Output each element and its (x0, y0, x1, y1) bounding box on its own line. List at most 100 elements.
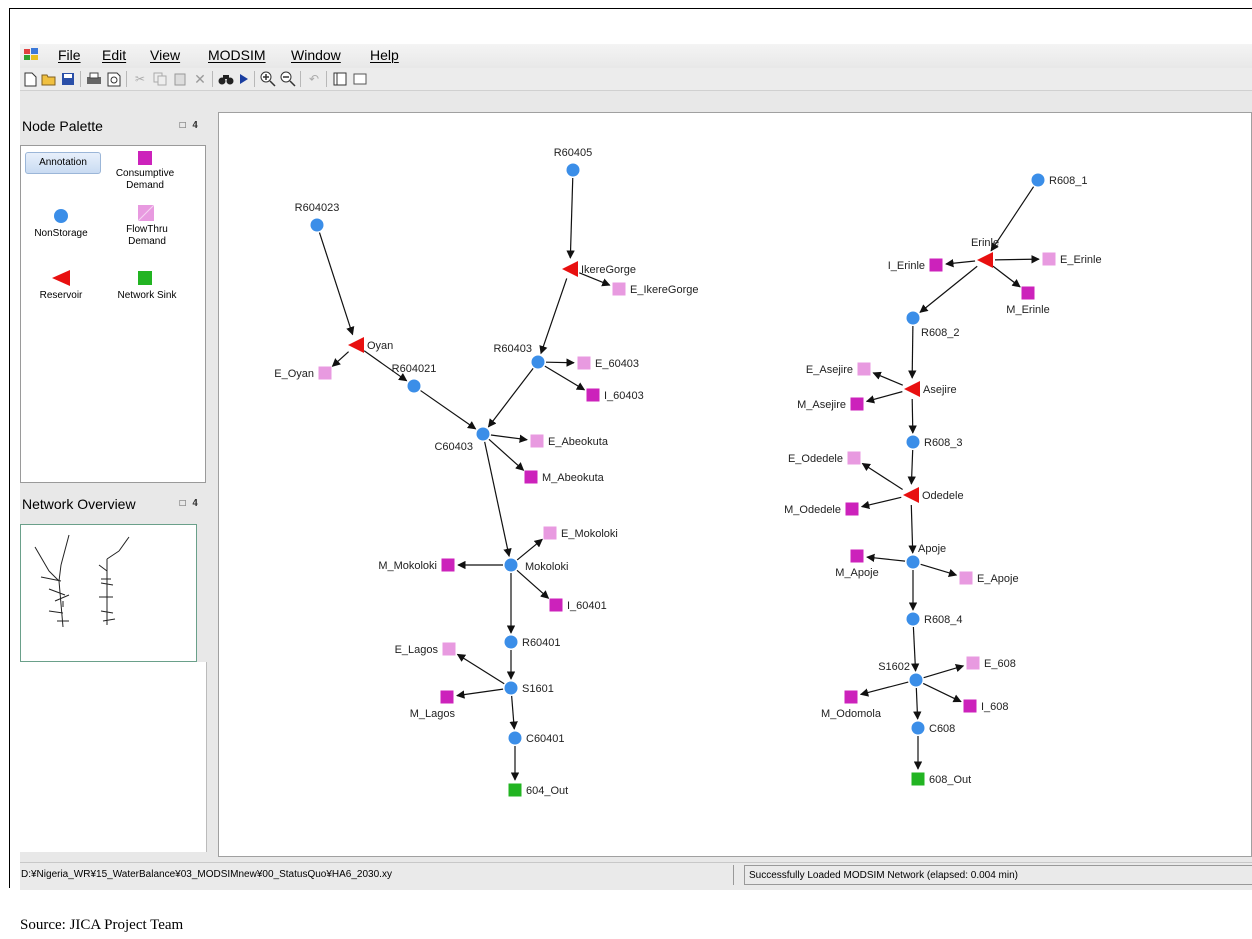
flowthru-node-marker[interactable] (577, 356, 591, 370)
run-icon[interactable] (236, 71, 252, 87)
sink-node-marker[interactable] (911, 772, 925, 786)
link-C60403-E_Abeokuta[interactable] (490, 434, 528, 443)
flowthru-node-marker[interactable] (959, 571, 973, 585)
link-Erinle-I_Erinle[interactable] (945, 259, 976, 268)
link-R60403-E_60403[interactable] (545, 358, 575, 367)
node-R608_3[interactable]: R608_3 (906, 435, 963, 450)
link-Asejire-E_Asejire[interactable] (872, 371, 903, 386)
node-Oyan[interactable]: Oyan (348, 337, 393, 353)
link-Oyan-E_Oyan[interactable] (331, 351, 349, 367)
consumptive-node-marker[interactable] (929, 258, 943, 272)
nonstorage-node-marker[interactable] (906, 435, 920, 449)
nonstorage-node-marker[interactable] (906, 311, 920, 325)
open-icon[interactable] (41, 71, 57, 87)
link-R608_2-Asejire[interactable] (908, 325, 917, 379)
node-M_Lagos[interactable]: M_Lagos (410, 690, 456, 721)
link-S1601-M_Lagos[interactable] (456, 688, 504, 699)
node-E_Oyan[interactable]: E_Oyan (274, 366, 332, 381)
flowthru-node-marker[interactable] (612, 282, 626, 296)
print-preview-icon[interactable] (106, 71, 122, 87)
link-Odedele-Apoje[interactable] (908, 504, 917, 554)
reservoir-node-marker[interactable] (903, 487, 919, 503)
network-overview[interactable] (20, 524, 197, 662)
link-IkereGorge-R60403[interactable] (539, 278, 568, 355)
nonstorage-node-marker[interactable] (566, 163, 580, 177)
flowthru-node-marker[interactable] (543, 526, 557, 540)
link-S1602-C608[interactable] (913, 687, 922, 720)
node-I_60403[interactable]: I_60403 (586, 388, 644, 403)
node-E_Abeokuta[interactable]: E_Abeokuta (530, 434, 609, 449)
link-Apoje-E_Apoje[interactable] (920, 563, 958, 577)
nonstorage-node-marker[interactable] (310, 218, 324, 232)
link-R60403-I_60403[interactable] (544, 365, 586, 391)
pin-icon[interactable]: □ 𝟒 (180, 120, 200, 131)
link-Apoje-M_Apoje[interactable] (866, 553, 906, 563)
link-R604021-C60403[interactable] (420, 390, 477, 430)
cut-icon[interactable]: ✂ (132, 71, 148, 87)
node-I_60401[interactable]: I_60401 (549, 598, 607, 613)
menu-file[interactable]: File (58, 47, 81, 63)
node-R608_4[interactable]: R608_4 (906, 612, 963, 627)
node-E_Erinle[interactable]: E_Erinle (1042, 252, 1102, 267)
link-Mokoloki-E_Mokoloki[interactable] (516, 538, 543, 561)
nonstorage-node-marker[interactable] (1031, 173, 1045, 187)
node-E_Mokoloki[interactable]: E_Mokoloki (543, 526, 618, 541)
consumptive-node-marker[interactable] (1021, 286, 1035, 300)
node-Mokoloki[interactable]: Mokoloki (504, 558, 569, 574)
palette-annotation[interactable]: Annotation (25, 152, 101, 174)
link-S1601-C60401[interactable] (509, 695, 518, 730)
node-Odedele[interactable]: Odedele (903, 487, 964, 503)
node-M_Odomola[interactable]: M_Odomola (821, 690, 882, 721)
palette-toggle-icon[interactable] (332, 71, 348, 87)
link-R608_4-S1602[interactable] (910, 626, 920, 672)
nonstorage-node-marker[interactable] (906, 555, 920, 569)
consumptive-node-marker[interactable] (549, 598, 563, 612)
paste-icon[interactable] (172, 71, 188, 87)
node-M_Erinle[interactable]: M_Erinle (1006, 286, 1050, 317)
undo-icon[interactable]: ↶ (306, 71, 322, 87)
node-M_Mokoloki[interactable]: M_Mokoloki (378, 558, 455, 573)
overview-toggle-icon[interactable] (352, 71, 368, 87)
link-S1602-E_608[interactable] (923, 663, 965, 679)
consumptive-node-marker[interactable] (845, 502, 859, 516)
consumptive-node-marker[interactable] (440, 690, 454, 704)
node-E_608[interactable]: E_608 (966, 656, 1016, 671)
link-C60403-M_Abeokuta[interactable] (488, 438, 525, 471)
link-Erinle-R608_2[interactable] (919, 265, 978, 313)
link-Erinle-M_Erinle[interactable] (992, 265, 1021, 288)
node-E_60403[interactable]: E_60403 (577, 356, 640, 371)
menu-edit[interactable]: Edit (102, 47, 126, 63)
link-S1601-E_Lagos[interactable] (456, 653, 505, 685)
node-M_Apoje[interactable]: M_Apoje (835, 549, 879, 580)
node-Asejire[interactable]: Asejire (904, 381, 957, 397)
nonstorage-icon[interactable] (53, 208, 69, 224)
node-C608[interactable]: C608 (911, 721, 956, 736)
sink-node-marker[interactable] (508, 783, 522, 797)
link-C60403-Mokoloki[interactable] (484, 441, 512, 558)
node-I_Erinle[interactable]: I_Erinle (888, 258, 943, 273)
node-R604021[interactable]: R604021 (392, 363, 437, 393)
node-I_608[interactable]: I_608 (963, 699, 1009, 714)
link-R60403-C60403[interactable] (487, 367, 534, 428)
nonstorage-node-marker[interactable] (504, 635, 518, 649)
nonstorage-node-marker[interactable] (476, 427, 490, 441)
flowthru-node-marker[interactable] (1042, 252, 1056, 266)
link-Erinle-E_Erinle[interactable] (994, 255, 1040, 264)
save-icon[interactable] (60, 71, 76, 87)
consumptive-node-marker[interactable] (850, 549, 864, 563)
menu-view[interactable]: View (150, 47, 180, 63)
link-Asejire-M_Asejire[interactable] (865, 391, 903, 404)
node-E_Asejire[interactable]: E_Asejire (806, 362, 871, 377)
nonstorage-node-marker[interactable] (504, 558, 518, 572)
link-S1602-I_608[interactable] (922, 682, 962, 703)
copy-icon[interactable] (152, 71, 168, 87)
node-R604023[interactable]: R604023 (295, 202, 340, 232)
link-R60405-IkereGorge[interactable] (566, 177, 575, 259)
node-E_IkereGorge[interactable]: E_IkereGorge (612, 282, 699, 297)
consumptive-demand-icon[interactable] (137, 150, 153, 166)
delete-icon[interactable]: ✕ (192, 71, 208, 87)
overview-thumbnail[interactable] (21, 525, 196, 661)
node-C60401[interactable]: C60401 (508, 731, 565, 746)
consumptive-node-marker[interactable] (586, 388, 600, 402)
network-sink-icon[interactable] (137, 270, 153, 286)
